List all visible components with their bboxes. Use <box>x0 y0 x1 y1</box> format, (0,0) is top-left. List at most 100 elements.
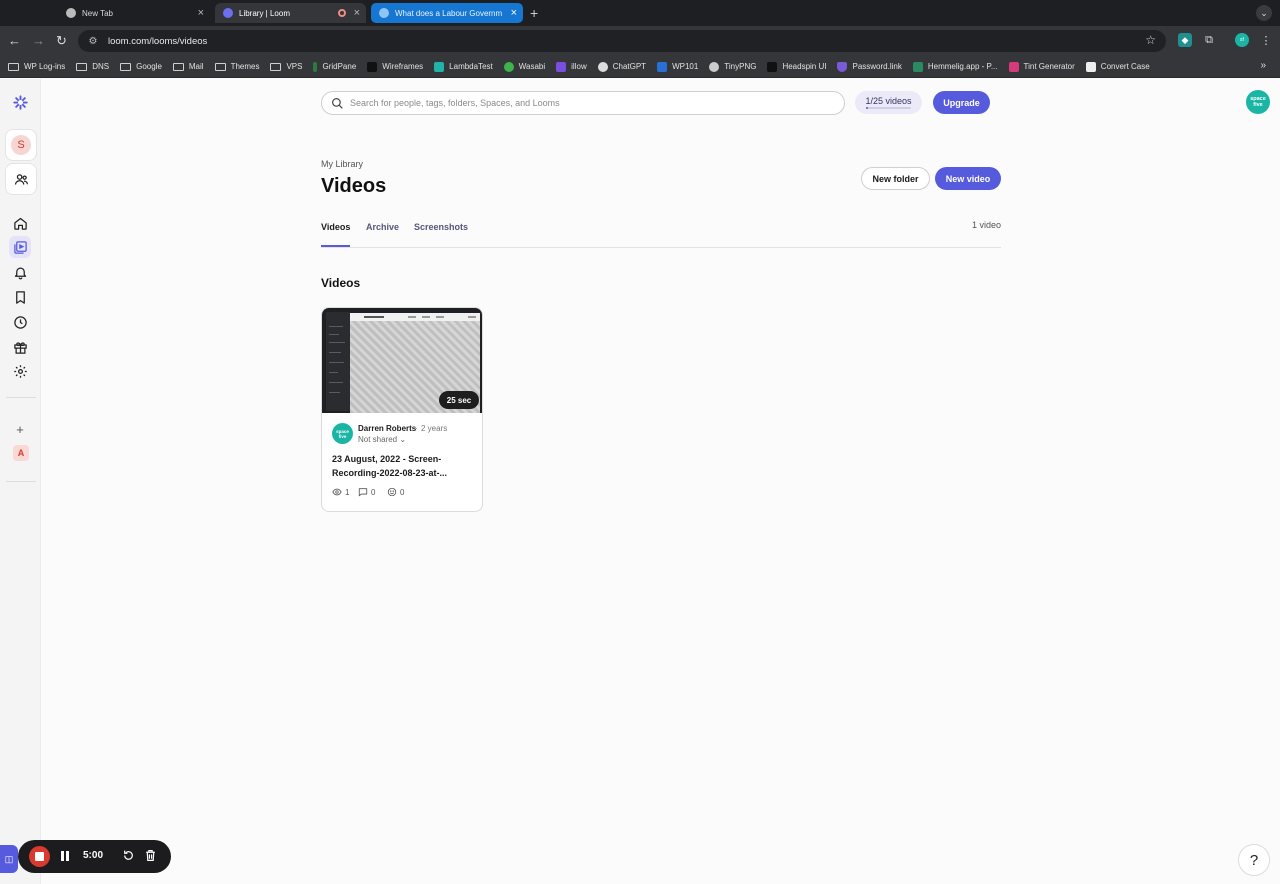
tabs-divider <box>321 247 1001 248</box>
bookmark-wp101[interactable]: WP101 <box>657 61 699 72</box>
video-quota-badge[interactable]: 1/25 videos <box>855 91 922 114</box>
bookmark-illow[interactable]: illow <box>556 61 587 72</box>
bookmark-wasabi[interactable]: Wasabi <box>503 61 545 72</box>
url-text: loom.com/looms/videos <box>108 35 208 47</box>
bookmark-password-link[interactable]: Password.link <box>837 61 902 72</box>
tab-archive[interactable]: Archive <box>366 222 399 232</box>
forward-icon[interactable]: → <box>32 33 45 49</box>
close-icon[interactable]: × <box>354 7 360 19</box>
members-button[interactable] <box>5 163 37 195</box>
page-title: Videos <box>321 175 387 197</box>
bookmark-wp-log-ins[interactable]: WP Log-ins <box>8 62 65 71</box>
tab-title: What does a Labour Governm <box>395 8 503 18</box>
bookmark-hemmelig[interactable]: Hemmelig.app - P... <box>912 61 998 72</box>
wasabi-icon <box>503 61 514 72</box>
tab-screenshots[interactable]: Screenshots <box>414 222 468 232</box>
views-count: 1 <box>345 487 350 497</box>
bookmark-label: DNS <box>92 62 110 71</box>
bookmark-icon[interactable] <box>9 286 31 308</box>
help-button[interactable]: ? <box>1238 844 1270 876</box>
clock-icon[interactable] <box>9 311 31 333</box>
space-avatar[interactable]: A <box>13 445 29 461</box>
bookmark-lambdatest[interactable]: LambdaTest <box>434 61 493 72</box>
workspace-switcher[interactable]: S <box>5 129 37 161</box>
bookmark-gridpane[interactable]: GridPane <box>313 61 357 72</box>
video-card[interactable]: 25 sec space five Darren Roberts · 2 yea… <box>321 307 483 512</box>
stop-recording-button[interactable] <box>29 846 50 867</box>
bookmark-mail[interactable]: Mail <box>172 62 204 71</box>
reactions-count: 0 <box>400 487 405 497</box>
more-menu-icon[interactable]: ⋮ <box>1259 33 1273 47</box>
bookmark-label: GridPane <box>322 62 357 71</box>
video-title[interactable]: 23 August, 2022 - Screen-Recording-2022-… <box>332 452 477 480</box>
extension-icon[interactable]: ◆ <box>1178 33 1192 47</box>
bookmark-headspin-ui[interactable]: Headspin UI <box>767 61 826 72</box>
bookmark-label: Mail <box>188 62 204 71</box>
search-bar[interactable] <box>321 91 845 115</box>
reload-icon[interactable]: ↻ <box>56 33 67 49</box>
new-tab-icon[interactable]: + <box>530 5 538 21</box>
close-icon[interactable]: × <box>511 7 517 19</box>
site-info-icon[interactable]: ⚙ <box>86 34 100 48</box>
camera-toggle-icon[interactable]: ◫ <box>0 845 18 873</box>
author-avatar: space five <box>332 423 353 444</box>
bookmark-tinypng[interactable]: TinyPNG <box>709 61 756 72</box>
upgrade-button[interactable]: Upgrade <box>933 91 990 114</box>
bookmark-google[interactable]: Google <box>120 62 162 71</box>
bookmark-wireframes[interactable]: Wireframes <box>367 61 424 72</box>
rail-divider <box>6 397 36 398</box>
sharing-status-dropdown[interactable]: Not shared ⌄ <box>358 435 406 444</box>
bookmark-chatgpt[interactable]: ChatGPT <box>597 61 646 72</box>
video-thumbnail[interactable]: 25 sec <box>322 308 482 413</box>
new-folder-button[interactable]: New folder <box>861 167 930 190</box>
home-icon[interactable] <box>9 212 31 234</box>
breadcrumb[interactable]: My Library <box>321 159 363 169</box>
author-name: Darren Roberts <box>358 424 417 433</box>
user-avatar[interactable]: space five <box>1246 90 1270 114</box>
bell-icon[interactable] <box>9 261 31 283</box>
new-video-button[interactable]: New video <box>935 167 1001 190</box>
trash-icon[interactable] <box>144 849 157 862</box>
profile-avatar[interactable]: sf <box>1235 33 1249 47</box>
bookmark-dns[interactable]: DNS <box>76 62 109 71</box>
loom-logo-icon[interactable] <box>9 91 31 113</box>
bookmark-themes[interactable]: Themes <box>214 62 259 71</box>
quota-progress-fill <box>866 107 868 109</box>
bookmark-label: LambdaTest <box>449 62 493 71</box>
bookmark-label: Convert Case <box>1100 62 1150 71</box>
bookmark-tint-generator[interactable]: Tint Generator <box>1008 61 1075 72</box>
globe-icon <box>379 8 389 18</box>
address-bar[interactable]: ⚙ loom.com/looms/videos ☆ <box>78 30 1166 52</box>
tab-library-loom[interactable]: Library | Loom × <box>215 3 366 23</box>
search-input[interactable] <box>350 98 820 108</box>
bookmark-label: WP101 <box>672 62 699 71</box>
puzzle-icon[interactable]: ⧉ <box>1202 33 1216 47</box>
recording-indicator-icon <box>338 9 346 17</box>
convertcase-icon <box>1085 61 1096 72</box>
tab-videos[interactable]: Videos <box>321 222 350 232</box>
add-space-icon[interactable]: + <box>9 418 31 440</box>
bookmark-label: Google <box>136 62 162 71</box>
more-bookmarks-icon[interactable]: » <box>1260 60 1266 71</box>
bookmark-label: Wireframes <box>382 62 424 71</box>
gift-icon[interactable] <box>9 336 31 358</box>
separator-dot: · <box>415 424 418 433</box>
comments-count: 0 <box>371 487 376 497</box>
restart-icon[interactable] <box>122 849 135 862</box>
bookmark-star-icon[interactable]: ☆ <box>1145 33 1156 47</box>
back-icon[interactable]: ← <box>8 33 21 49</box>
bookmark-vps[interactable]: VPS <box>270 62 302 71</box>
quota-text: 1/25 videos <box>865 96 912 106</box>
chatgpt-icon <box>597 61 608 72</box>
tab-labour-government[interactable]: What does a Labour Governm × <box>371 3 523 23</box>
chevron-down-icon[interactable]: ⌄ <box>1256 5 1272 21</box>
tab-title: Library | Loom <box>239 8 290 18</box>
pause-icon[interactable] <box>59 850 71 862</box>
bookmark-convert-case[interactable]: Convert Case <box>1085 61 1150 72</box>
tab-new-tab[interactable]: New Tab × <box>58 3 210 23</box>
search-icon <box>332 98 343 109</box>
settings-icon[interactable] <box>9 360 31 382</box>
library-icon[interactable] <box>9 236 31 258</box>
close-icon[interactable]: × <box>198 7 204 19</box>
video-age: 2 years <box>421 424 448 433</box>
